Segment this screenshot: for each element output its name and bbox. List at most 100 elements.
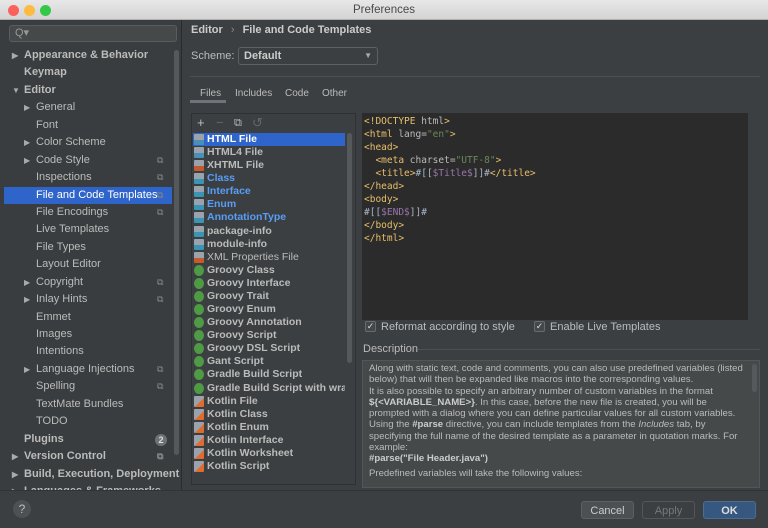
sidebar-item-intentions[interactable]: Intentions — [4, 343, 172, 360]
template-item[interactable]: Groovy Script — [193, 329, 345, 342]
template-item[interactable]: Kotlin Script — [193, 460, 345, 473]
sidebar-item-editor[interactable]: ▼ Editor — [4, 82, 172, 99]
sidebar-item-file-encodings[interactable]: File Encodings ⧉ — [4, 204, 172, 221]
template-item[interactable]: XML Properties File — [193, 251, 345, 264]
chevron-right-icon[interactable]: ▶ — [24, 152, 30, 169]
sidebar-item-languages-frameworks[interactable]: ▶ Languages & Frameworks — [4, 483, 172, 490]
description-scrollbar[interactable] — [752, 364, 757, 392]
template-item[interactable]: Groovy Interface — [193, 277, 345, 290]
sidebar-item-file-types[interactable]: File Types — [4, 239, 172, 256]
template-item[interactable]: Kotlin File — [193, 395, 345, 408]
template-item[interactable]: Groovy Class — [193, 264, 345, 277]
minimize-window-button[interactable] — [24, 5, 35, 16]
sidebar-item-keymap[interactable]: Keymap — [4, 64, 172, 81]
template-item[interactable]: XHTML File — [193, 159, 345, 172]
title-bar: Preferences — [0, 0, 768, 20]
chevron-right-icon[interactable]: ▶ — [24, 99, 30, 116]
sidebar-item-file-and-code-templates[interactable]: File and Code Templates ⧉ — [4, 186, 172, 204]
updates-badge: 2 — [155, 433, 167, 446]
template-item[interactable]: Groovy Annotation — [193, 316, 345, 329]
tab-includes[interactable]: Includes — [235, 88, 272, 99]
template-item[interactable]: Class — [193, 172, 345, 185]
chevron-right-icon[interactable]: ▶ — [12, 483, 18, 490]
groovy-file-icon — [194, 356, 204, 368]
sidebar-item-layout-editor[interactable]: Layout Editor — [4, 256, 172, 273]
sidebar-item-inlay-hints[interactable]: ▶ Inlay Hints ⧉ — [4, 291, 172, 308]
chevron-right-icon[interactable]: ▶ — [12, 47, 18, 64]
sidebar-item-emmet[interactable]: Emmet — [4, 309, 172, 326]
template-item[interactable]: HTML File — [193, 133, 345, 146]
project-scope-icon: ⧉ — [157, 172, 164, 183]
reformat-checkbox[interactable]: ✓ Reformat according to style — [365, 320, 515, 334]
sidebar-item-appearance-behavior[interactable]: ▶ Appearance & Behavior — [4, 47, 172, 64]
template-item[interactable]: Kotlin Class — [193, 408, 345, 421]
sidebar-item-textmate-bundles[interactable]: TextMate Bundles — [4, 396, 172, 413]
maximize-window-button[interactable] — [40, 5, 51, 16]
template-item[interactable]: module-info — [193, 238, 345, 251]
sidebar-item-live-templates[interactable]: Live Templates — [4, 221, 172, 238]
template-item[interactable]: HTML4 File — [193, 146, 345, 159]
chevron-right-icon[interactable]: ▶ — [24, 361, 30, 378]
live-templates-checkbox[interactable]: ✓ Enable Live Templates — [534, 320, 660, 334]
tab-files[interactable]: Files — [200, 88, 221, 99]
code-line: </head> — [364, 181, 405, 192]
sidebar-item-copyright[interactable]: ▶ Copyright ⧉ — [4, 274, 172, 291]
sidebar-item-label: Spelling — [36, 380, 76, 393]
template-code-editor[interactable]: <!DOCTYPE html> <html lang="en"> <head> <m… — [362, 113, 748, 320]
template-item[interactable]: Groovy Enum — [193, 303, 345, 316]
scheme-dropdown[interactable]: Default ▼ — [238, 47, 378, 65]
ok-button[interactable]: OK — [703, 501, 756, 519]
template-item[interactable]: Gant Script — [193, 355, 345, 368]
template-item[interactable]: Kotlin Worksheet — [193, 447, 345, 460]
xml-file-icon — [194, 251, 204, 263]
chevron-right-icon[interactable]: ▶ — [24, 291, 30, 308]
breadcrumb-parent[interactable]: Editor — [191, 24, 223, 36]
sidebar-item-todo[interactable]: TODO — [4, 413, 172, 430]
chevron-down-icon[interactable]: ▼ — [12, 82, 20, 99]
chevron-right-icon[interactable]: ▶ — [24, 134, 30, 151]
sidebar-item-spelling[interactable]: Spelling ⧉ — [4, 378, 172, 395]
sidebar-item-label: File and Code Templates — [36, 188, 158, 201]
chevron-right-icon[interactable]: ▶ — [12, 466, 18, 483]
cancel-button[interactable]: Cancel — [581, 501, 634, 519]
chevron-down-icon: ▼ — [364, 51, 372, 60]
sidebar-item-general[interactable]: ▶ General — [4, 99, 172, 116]
sidebar-item-color-scheme[interactable]: ▶ Color Scheme — [4, 134, 172, 151]
tab-other[interactable]: Other — [322, 88, 347, 99]
template-item[interactable]: package-info — [193, 225, 345, 238]
help-button[interactable]: ? — [13, 500, 31, 518]
template-item[interactable]: Groovy Trait — [193, 290, 345, 303]
copy-template-button[interactable]: ⧉ — [234, 117, 242, 130]
add-template-button[interactable]: + — [197, 115, 205, 130]
settings-search-input[interactable]: Q▾ — [9, 25, 177, 42]
groovy-file-icon — [194, 382, 204, 394]
sidebar-item-images[interactable]: Images — [4, 326, 172, 343]
sidebar-item-language-injections[interactable]: ▶ Language Injections ⧉ — [4, 361, 172, 378]
template-item[interactable]: AnnotationType — [193, 211, 345, 224]
chevron-right-icon[interactable]: ▶ — [24, 274, 30, 291]
template-item[interactable]: Groovy DSL Script — [193, 342, 345, 355]
sidebar-item-inspections[interactable]: Inspections ⧉ — [4, 169, 172, 186]
sidebar-scrollbar[interactable] — [174, 50, 179, 455]
sidebar-item-label: File Types — [36, 240, 86, 253]
template-item[interactable]: Enum — [193, 198, 345, 211]
code-line: #[[$END$]]# — [364, 207, 427, 218]
editor-scrollbar[interactable] — [750, 113, 760, 320]
tab-code[interactable]: Code — [285, 88, 309, 99]
sidebar-item-version-control[interactable]: ▶ Version Control ⧉ — [4, 448, 172, 465]
template-item[interactable]: Kotlin Interface — [193, 434, 345, 447]
sidebar-item-plugins[interactable]: Plugins 2 — [4, 431, 172, 448]
remove-template-button[interactable]: − — [216, 115, 224, 130]
chevron-right-icon[interactable]: ▶ — [12, 448, 18, 465]
reset-template-button[interactable]: ↺ — [252, 115, 263, 131]
sidebar-item-code-style[interactable]: ▶ Code Style ⧉ — [4, 152, 172, 169]
template-item[interactable]: Interface — [193, 185, 345, 198]
sidebar-item-font[interactable]: Font — [4, 117, 172, 134]
sidebar-item-build-execution-deployment[interactable]: ▶ Build, Execution, Deployment — [4, 466, 179, 483]
template-item[interactable]: Kotlin Enum — [193, 421, 345, 434]
template-item[interactable]: Gradle Build Script with wrap — [193, 382, 345, 395]
apply-button[interactable]: Apply — [642, 501, 695, 519]
templates-scrollbar[interactable] — [347, 133, 352, 363]
close-window-button[interactable] — [8, 5, 19, 16]
template-item[interactable]: Gradle Build Script — [193, 368, 345, 381]
